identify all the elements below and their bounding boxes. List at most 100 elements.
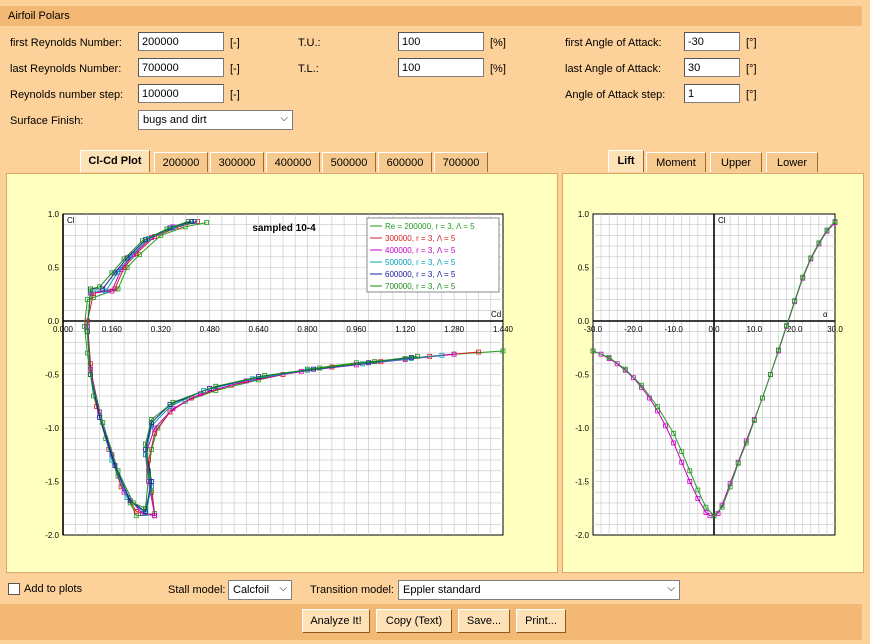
tab-re-200000[interactable]: 200000 (154, 152, 208, 172)
x-axis-label: Cd (491, 310, 501, 319)
y-tick-label: 0.0 (48, 317, 60, 326)
transition-model-label: Transition model: (310, 584, 394, 596)
x-tick-label: -30.0 (584, 325, 603, 334)
tab-moment[interactable]: Moment (646, 152, 706, 172)
add-to-plots-checkbox[interactable] (8, 583, 20, 595)
cl-cd-chart: 0.000 0.160 0.320 0.480 0.640 0.800 0.960 1.120… (45, 210, 514, 540)
tab-re-600000[interactable]: 600000 (378, 152, 432, 172)
lift-chart: -30.0 -20.0 -10.0 0.0 10.0 20.0 30.0 1.0 0.5 0.0 -… (575, 210, 843, 540)
last-aoa-unit: [°] (746, 63, 757, 75)
transition-model-value: Eppler standard (403, 584, 481, 596)
y-tick-label: -1.5 (45, 478, 59, 487)
tab-upper[interactable]: Upper (710, 152, 762, 172)
first-aoa-unit: [°] (746, 37, 757, 49)
y-tick-label: -1.0 (45, 424, 59, 433)
surface-finish-select[interactable]: bugs and dirt ⌵ (138, 110, 293, 130)
tab-re-300000[interactable]: 300000 (210, 152, 264, 172)
legend-entry: 600000, r = 3, Λ = 5 (385, 270, 456, 279)
stall-model-label: Stall model: (168, 584, 226, 596)
legend-entry: 400000, r = 3, Λ = 5 (385, 246, 456, 255)
last-aoa-input[interactable] (684, 58, 740, 77)
chevron-down-icon: ⌵ (280, 113, 288, 124)
tl-unit: [%] (490, 63, 506, 75)
y-tick-label: -0.5 (45, 371, 59, 380)
x-tick-label: 0.0 (708, 325, 720, 334)
tab-re-700000[interactable]: 700000 (434, 152, 488, 172)
y-tick-label: -0.5 (575, 371, 589, 380)
x-tick-label: 20.0 (787, 325, 803, 334)
x-axis-label: α (823, 310, 828, 319)
tab-re-400000[interactable]: 400000 (266, 152, 320, 172)
x-tick-label: -10.0 (665, 325, 684, 334)
add-to-plots-label: Add to plots (24, 583, 83, 595)
x-tick-label: -20.0 (624, 325, 643, 334)
y-tick-label: 0.5 (48, 264, 60, 273)
y-axis-label: Cl (718, 216, 726, 225)
analyze-button[interactable]: Analyze It! (302, 609, 370, 633)
surface-finish-value: bugs and dirt (143, 114, 207, 126)
legend-entry: 700000, r = 3, Λ = 5 (385, 282, 456, 291)
tu-input[interactable] (398, 32, 484, 51)
save-button[interactable]: Save... (458, 609, 510, 633)
tu-label: T.U.: (298, 37, 321, 49)
x-tick-label: 10.0 (747, 325, 763, 334)
chevron-down-icon: ⌵ (667, 583, 675, 594)
aoa-step-label: Angle of Attack step: (565, 89, 666, 101)
x-tick-label: 0.320 (151, 325, 172, 334)
y-axis-label: Cl (67, 216, 75, 225)
y-tick-label: -2.0 (45, 531, 59, 540)
legend-entry: 500000, r = 3, Λ = 5 (385, 258, 456, 267)
last-re-label: last Reynolds Number: (10, 63, 122, 75)
x-tick-label: 0.960 (346, 325, 367, 334)
copy-text-button[interactable]: Copy (Text) (376, 609, 452, 633)
x-tick-label: 0.160 (102, 325, 123, 334)
tu-unit: [%] (490, 37, 506, 49)
y-tick-label: -1.5 (575, 478, 589, 487)
re-step-input[interactable] (138, 84, 224, 103)
last-re-input[interactable] (138, 58, 224, 77)
re-step-label: Reynolds number step: (10, 89, 124, 101)
last-aoa-label: last Angle of Attack: (565, 63, 662, 75)
chevron-down-icon: ⌵ (279, 583, 287, 594)
first-re-label: first Reynolds Number: (10, 37, 122, 49)
y-tick-label: 1.0 (48, 210, 60, 219)
re-step-unit: [-] (230, 89, 240, 101)
lift-chart-panel: -30.0 -20.0 -10.0 0.0 10.0 20.0 30.0 1.0 0.5 0.0 -… (562, 173, 864, 573)
print-button[interactable]: Print... (516, 609, 566, 633)
legend-entry: Re = 200000, r = 3, Λ = 5 (385, 222, 475, 231)
tab-lower[interactable]: Lower (766, 152, 818, 172)
x-tick-label: 1.440 (493, 325, 514, 334)
first-aoa-label: first Angle of Attack: (565, 37, 662, 49)
surface-label: Surface Finish: (10, 115, 84, 127)
x-tick-label: 0.480 (200, 325, 221, 334)
y-tick-label: 0.5 (578, 264, 590, 273)
cl-cd-chart-panel: 0.000 0.160 0.320 0.480 0.640 0.800 0.960 1.120… (6, 173, 558, 573)
y-tick-label: -2.0 (575, 531, 589, 540)
aoa-step-unit: [°] (746, 89, 757, 101)
window-title: Airfoil Polars (8, 10, 70, 22)
last-re-unit: [-] (230, 63, 240, 75)
x-tick-label: 0.800 (297, 325, 318, 334)
first-aoa-input[interactable] (684, 32, 740, 51)
transition-model-select[interactable]: Eppler standard ⌵ (398, 580, 680, 600)
x-tick-label: 0.640 (249, 325, 270, 334)
tab-re-500000[interactable]: 500000 (322, 152, 376, 172)
x-tick-label: 1.120 (395, 325, 416, 334)
x-tick-label: 30.0 (827, 325, 843, 334)
first-re-unit: [-] (230, 37, 240, 49)
aoa-step-input[interactable] (684, 84, 740, 103)
x-tick-label: 0.000 (53, 325, 74, 334)
tab-cl-cd-plot[interactable]: Cl-Cd Plot (80, 150, 150, 172)
legend-entry: 300000, r = 3, Λ = 5 (385, 234, 456, 243)
stall-model-select[interactable]: Calcfoil ⌵ (228, 580, 292, 600)
tl-label: T.L.: (298, 63, 319, 75)
chart-title: sampled 10-4 (252, 223, 316, 234)
y-tick-label: 1.0 (578, 210, 590, 219)
y-tick-label: 0.0 (578, 317, 590, 326)
window-title-bar: Airfoil Polars (0, 6, 862, 26)
x-tick-label: 1.280 (444, 325, 465, 334)
first-re-input[interactable] (138, 32, 224, 51)
tab-lift[interactable]: Lift (608, 150, 644, 172)
y-tick-label: -1.0 (575, 424, 589, 433)
tl-input[interactable] (398, 58, 484, 77)
